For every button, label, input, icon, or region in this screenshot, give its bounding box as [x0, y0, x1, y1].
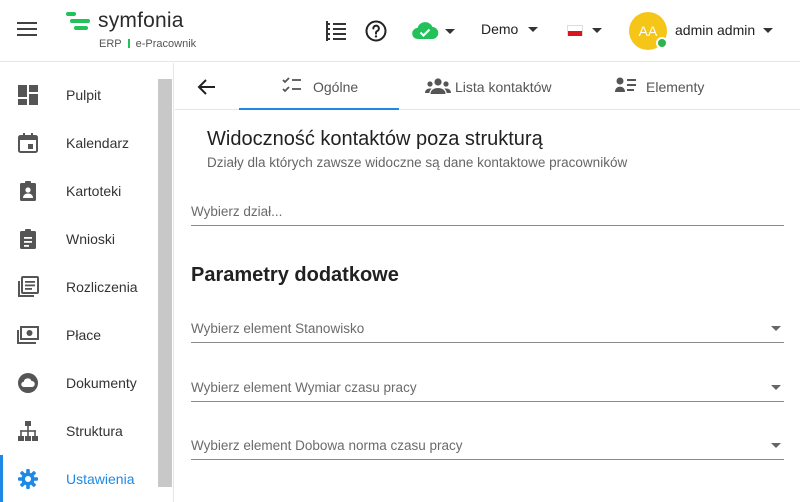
- logo-product: ERP: [99, 38, 122, 50]
- dropdown-arrow-icon: [771, 385, 781, 390]
- sidebar-item-label: Płace: [66, 327, 102, 343]
- logo-name: symfonia: [98, 9, 184, 32]
- cloud-check-icon: [412, 22, 439, 40]
- back-arrow-icon[interactable]: [195, 75, 219, 99]
- wymiar-czasu-select[interactable]: Wybierz element Wymiar czasu pracy: [191, 376, 784, 402]
- top-bar: symfonia ERP e-Pracownik Demo AA admin a…: [0, 0, 800, 62]
- sidebar-item-wnioski[interactable]: Wnioski: [0, 215, 158, 263]
- select-placeholder: Wybierz element Stanowisko: [191, 321, 365, 336]
- sidebar-item-pulpit[interactable]: Pulpit: [0, 71, 158, 119]
- sidebar-item-label: Dokumenty: [66, 375, 137, 391]
- additional-params-title: Parametry dodatkowe: [191, 264, 399, 286]
- contacts-icon: [425, 78, 451, 94]
- dashboard-icon: [18, 85, 38, 105]
- dropdown-arrow-icon: [771, 326, 781, 331]
- department-select[interactable]: Wybierz dział...: [191, 200, 784, 226]
- select-placeholder: Wybierz element Wymiar czasu pracy: [191, 380, 417, 395]
- tab-lista-kontaktow[interactable]: Lista kontaktów: [399, 63, 589, 109]
- gear-icon: [18, 469, 38, 489]
- sidebar-item-label: Struktura: [66, 423, 123, 439]
- company-selector[interactable]: Demo: [481, 21, 539, 37]
- logo-subtitle: ERP e-Pracownik: [99, 38, 196, 50]
- help-icon[interactable]: [364, 19, 388, 43]
- chevron-down-icon: [528, 27, 539, 32]
- hierarchy-icon: [18, 421, 38, 441]
- sidebar-item-kalendarz[interactable]: Kalendarz: [0, 119, 158, 167]
- pl-flag-icon: [567, 25, 583, 36]
- money-icon: [17, 326, 39, 344]
- sidebar-item-struktura[interactable]: Struktura: [0, 407, 158, 455]
- section-subtitle: Działy dla których zawsze widoczne są da…: [207, 155, 628, 170]
- dropdown-arrow-icon: [771, 443, 781, 448]
- app-root: symfonia ERP e-Pracownik Demo AA admin a…: [0, 0, 800, 502]
- sidebar: Pulpit Kalendarz Kartoteki Wnioski Rozli…: [0, 63, 174, 502]
- clipboard-icon: [20, 229, 36, 249]
- cloud-sync-status[interactable]: [411, 20, 457, 42]
- sidebar-item-label: Rozliczenia: [66, 279, 138, 295]
- sidebar-item-label: Wnioski: [66, 231, 116, 247]
- id-card-icon: [20, 181, 36, 201]
- department-placeholder: Wybierz dział...: [191, 204, 283, 219]
- calendar-icon: [18, 133, 38, 153]
- tab-bar: Ogólne Lista kontaktów Elementy: [175, 63, 800, 110]
- stanowisko-select[interactable]: Wybierz element Stanowisko: [191, 317, 784, 343]
- tab-label: Ogólne: [313, 79, 359, 95]
- logo-module: e-Pracownik: [135, 38, 197, 50]
- menu-icon[interactable]: [17, 22, 37, 40]
- sidebar-item-rozliczenia[interactable]: Rozliczenia: [0, 263, 158, 311]
- sidebar-item-dokumenty[interactable]: Dokumenty: [0, 359, 158, 407]
- sidebar-item-place[interactable]: Płace: [0, 311, 158, 359]
- sidebar-item-label: Pulpit: [66, 87, 102, 103]
- tab-elementy[interactable]: Elementy: [589, 63, 749, 109]
- sidebar-item-kartoteki[interactable]: Kartoteki: [0, 167, 158, 215]
- sidebar-item-label: Kartoteki: [66, 183, 122, 199]
- language-selector[interactable]: [567, 24, 605, 38]
- dobowa-norma-select[interactable]: Wybierz element Dobowa norma czasu pracy: [191, 434, 784, 460]
- chevron-down-icon: [592, 28, 602, 33]
- sidebar-item-ustawienia[interactable]: Ustawienia: [0, 455, 158, 502]
- tab-label: Elementy: [646, 79, 705, 95]
- logo[interactable]: symfonia ERP e-Pracownik: [66, 8, 216, 54]
- tab-label: Lista kontaktów: [455, 79, 552, 95]
- section-title: Widoczność kontaktów poza strukturą: [207, 128, 543, 150]
- online-status-dot: [656, 37, 668, 49]
- logo-mark-icon: [66, 12, 92, 34]
- sidebar-item-label: Ustawienia: [66, 471, 135, 487]
- select-placeholder: Wybierz element Dobowa norma czasu pracy: [191, 438, 463, 453]
- sidebar-scrollbar[interactable]: [158, 79, 172, 487]
- user-menu[interactable]: admin admin: [675, 22, 774, 38]
- tasks-list-icon[interactable]: [324, 19, 348, 43]
- documents-icon: [18, 276, 39, 297]
- sidebar-item-label: Kalendarz: [66, 135, 130, 151]
- cloud-icon: [18, 373, 38, 393]
- list-person-icon: [615, 77, 636, 92]
- checklist-icon: [282, 77, 301, 93]
- chevron-down-icon: [445, 29, 455, 34]
- tab-ogolne[interactable]: Ogólne: [239, 63, 399, 110]
- company-name: Demo: [481, 21, 519, 37]
- user-name: admin admin: [675, 22, 756, 38]
- chevron-down-icon: [763, 28, 774, 33]
